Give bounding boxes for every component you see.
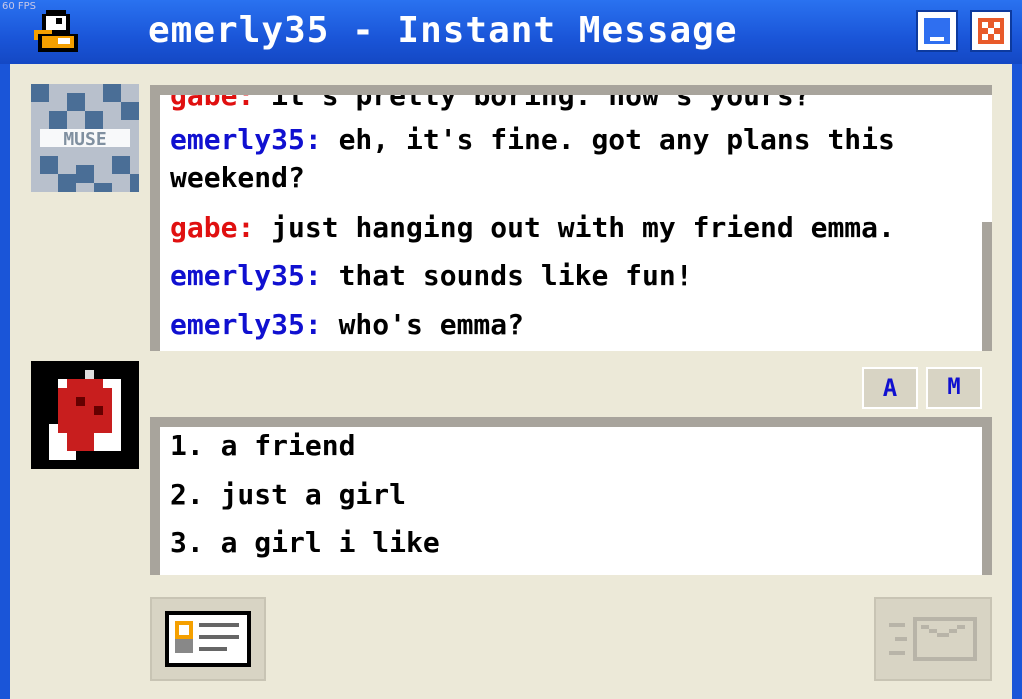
minimize-button[interactable] (916, 10, 958, 52)
message-text: just hanging out with my friend emma. (254, 211, 895, 244)
chat-message: gabe: just hanging out with my friend em… (170, 211, 895, 244)
chat-scrollbar-thumb[interactable] (982, 222, 992, 351)
minimize-icon (924, 18, 950, 44)
heart-in-hand-avatar (31, 361, 139, 469)
sender-name: emerly35 (170, 259, 305, 292)
font-format-button[interactable]: A (862, 367, 918, 409)
chat-message: gabe: it's pretty boring. how's yours? (170, 95, 811, 115)
sender-name: emerly35 (170, 123, 305, 156)
chat-log: gabe: it's pretty boring. how's yours? e… (160, 95, 982, 351)
close-button[interactable] (970, 10, 1012, 52)
send-mail-icon (889, 617, 977, 661)
close-icon (978, 18, 1004, 44)
chat-message: emerly35: that sounds like fun! (170, 259, 693, 292)
im-window: 60 FPS emerly35 - Instant Message MUSE g… (0, 0, 1022, 699)
window-title: emerly35 - Instant Message (148, 10, 738, 51)
message-text: eh, it's fine. got any plans this (321, 123, 895, 156)
profile-card-icon (165, 611, 251, 667)
chat-message: emerly35: who's emma? (170, 308, 525, 341)
muse-avatar-text: MUSE (63, 129, 106, 150)
send-button[interactable] (874, 597, 992, 681)
sender-name: emerly35 (170, 308, 305, 341)
reply-option-3[interactable]: 3. a girl i like (170, 526, 440, 559)
duck-icon (34, 10, 78, 52)
reply-option-2[interactable]: 2. just a girl (170, 478, 406, 511)
chat-message-continued: weekend? (170, 161, 305, 194)
reply-option-1[interactable]: 1. a friend (170, 429, 355, 462)
reply-options: 1. a friend 2. just a girl 3. a girl i l… (160, 427, 982, 575)
chat-message: emerly35: eh, it's fine. got any plans t… (170, 123, 895, 156)
message-text: it's pretty boring. how's yours? (254, 95, 811, 112)
profile-button[interactable] (150, 597, 266, 681)
title-bar[interactable]: 60 FPS emerly35 - Instant Message (0, 0, 1022, 64)
style-format-button[interactable]: M (926, 367, 982, 409)
message-text: that sounds like fun! (321, 259, 693, 292)
message-text: who's emma? (321, 308, 525, 341)
sender-name: gabe (170, 95, 238, 112)
sender-name: gabe (170, 211, 238, 244)
muse-avatar: MUSE (31, 84, 139, 192)
